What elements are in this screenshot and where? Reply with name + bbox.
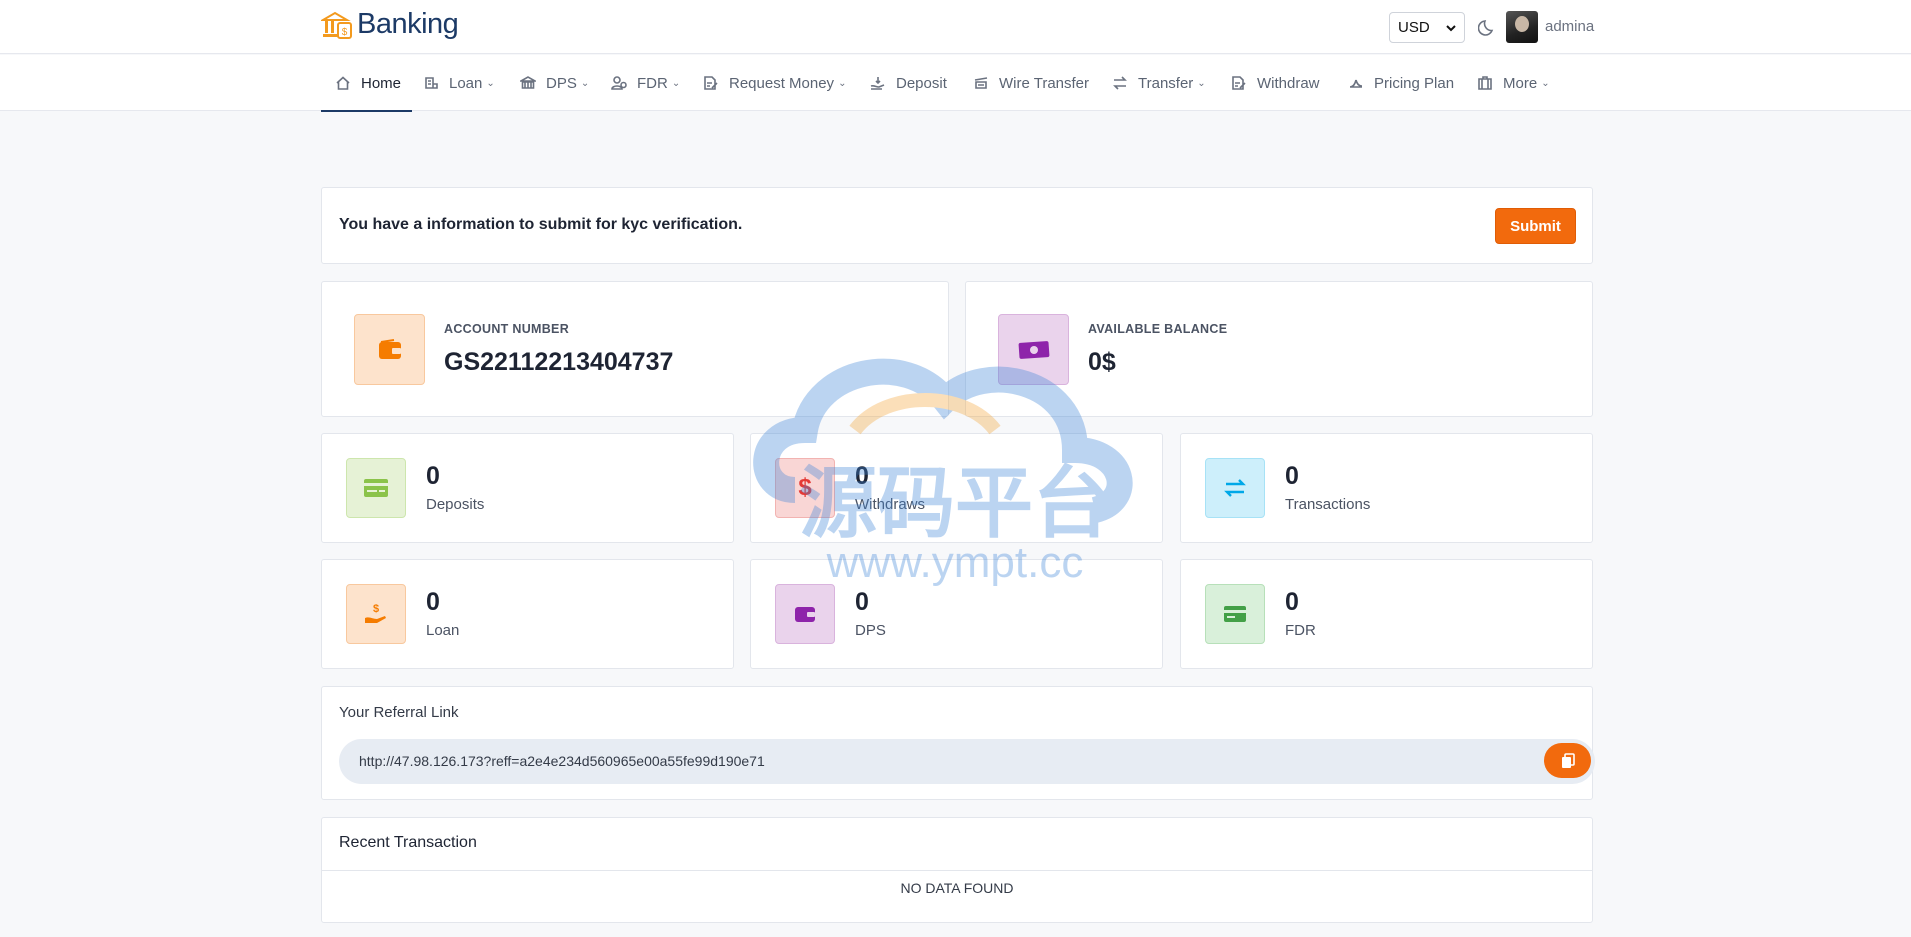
wallet-icon [354, 314, 425, 385]
nav-item-label: Pricing Plan [1374, 74, 1455, 92]
stat-label: Transactions [1285, 496, 1371, 513]
nav-item-dps[interactable]: DPS ⌄ [520, 55, 589, 111]
currency-selected-value: USD [1398, 19, 1430, 36]
copy-button[interactable] [1544, 743, 1591, 778]
stat-label: Deposits [426, 496, 485, 513]
recent-transaction-title: Recent Transaction [339, 834, 477, 851]
dps-icon [520, 76, 536, 89]
deposit-card-icon [346, 458, 406, 518]
nav-item-label: FDR [637, 74, 668, 92]
avatar[interactable] [1506, 11, 1538, 43]
request-money-icon [704, 76, 718, 90]
nav-item-wire-transfer[interactable]: Wire Transfer [973, 55, 1089, 111]
no-data-message: NO DATA FOUND [900, 880, 1014, 896]
account-number-label: ACCOUNT NUMBER [444, 322, 570, 336]
cash-icon [998, 314, 1069, 385]
transfer-icon [1113, 76, 1127, 90]
stat-value: 0 [855, 462, 869, 490]
nav-item-deposit[interactable]: Deposit [870, 55, 947, 111]
nav-item-label: Home [361, 74, 402, 92]
stat-card-deposits: 0 Deposits [321, 433, 734, 543]
nav-item-loan[interactable]: Loan ⌄ [423, 55, 495, 111]
deposit-icon [870, 77, 885, 90]
exchange-arrows-icon [1205, 458, 1265, 518]
chevron-down-icon: ⌄ [486, 77, 495, 89]
account-number-card: ACCOUNT NUMBER GS22112213404737 [321, 281, 949, 417]
withdraw-icon [1232, 76, 1246, 90]
nav-item-label: Deposit [896, 74, 947, 92]
stat-value: 0 [1285, 462, 1299, 490]
submit-button[interactable]: Submit [1495, 208, 1576, 244]
copy-icon [1561, 752, 1575, 768]
nav-item-transfer[interactable]: Transfer ⌄ [1112, 55, 1206, 111]
dark-mode-toggle-icon[interactable] [1478, 17, 1498, 37]
logo-text: Banking [357, 8, 459, 40]
chevron-down-icon [1446, 24, 1456, 31]
nav-item-label: Wire Transfer [999, 74, 1090, 92]
username[interactable]: admina [1545, 18, 1594, 35]
fdr-icon [611, 76, 627, 90]
stat-card-dps: 0 DPS [750, 559, 1163, 669]
loan-icon [425, 77, 438, 89]
main-nav: Home Loan ⌄ DPS ⌄ FDR ⌄ Request Money ⌄ … [0, 55, 1911, 112]
account-number-value: GS22112213404737 [444, 348, 674, 376]
kyc-notice: You have a information to submit for kyc… [321, 187, 1593, 264]
svg-text:$: $ [373, 603, 379, 615]
available-balance-label: AVAILABLE BALANCE [1088, 322, 1228, 336]
referral-title: Your Referral Link [339, 704, 459, 721]
nav-item-pricing-plan[interactable]: Pricing Plan [1348, 55, 1454, 111]
kyc-message: You have a information to submit for kyc… [339, 216, 743, 233]
credit-card-icon [1205, 584, 1265, 644]
svg-text:$: $ [342, 27, 348, 38]
more-icon [1478, 76, 1492, 90]
nav-item-label: Loan [449, 74, 483, 92]
stat-value: 0 [426, 462, 440, 490]
stat-card-fdr: 0 FDR [1180, 559, 1593, 669]
chevron-down-icon: ⌄ [1197, 77, 1206, 89]
currency-select[interactable]: USD [1389, 12, 1465, 43]
chevron-down-icon: ⌄ [671, 77, 681, 89]
chevron-down-icon: ⌄ [838, 77, 847, 89]
divider [322, 870, 1592, 871]
nav-item-label: DPS [546, 74, 577, 92]
stat-card-loan: $ 0 Loan [321, 559, 734, 669]
available-balance-value: 0$ [1088, 348, 1116, 376]
top-header: $ Banking USD admina [0, 0, 1911, 54]
logo[interactable]: $ Banking [321, 8, 459, 41]
referral-card: Your Referral Link http://47.98.126.173?… [321, 686, 1595, 800]
bank-logo-icon: $ [321, 11, 352, 39]
chevron-down-icon: ⌄ [1541, 77, 1550, 89]
stat-label: DPS [855, 622, 886, 639]
pricing-plan-icon [1349, 79, 1363, 88]
stat-card-transactions: 0 Transactions [1180, 433, 1593, 543]
nav-item-more[interactable]: More ⌄ [1477, 55, 1550, 111]
recent-transaction-card: Recent Transaction NO DATA FOUND [321, 817, 1593, 923]
referral-url[interactable]: http://47.98.126.173?reff=a2e4e234d56096… [359, 753, 765, 769]
stat-label: FDR [1285, 622, 1316, 639]
referral-link-field[interactable]: http://47.98.126.173?reff=a2e4e234d56096… [339, 739, 1595, 784]
nav-item-withdraw[interactable]: Withdraw [1231, 55, 1320, 111]
nav-item-label: Withdraw [1257, 74, 1320, 92]
stat-value: 0 [426, 588, 440, 616]
nav-item-home[interactable]: Home [321, 55, 412, 112]
nav-item-label: Request Money [729, 74, 835, 92]
nav-item-label: Transfer [1138, 74, 1194, 92]
stat-value: 0 [855, 588, 869, 616]
hand-money-icon: $ [346, 584, 406, 644]
wallet-icon [775, 584, 835, 644]
stat-label: Loan [426, 622, 460, 639]
stat-value: 0 [1285, 588, 1299, 616]
nav-item-label: More [1503, 74, 1538, 92]
available-balance-card: AVAILABLE BALANCE 0$ [965, 281, 1593, 417]
wire-transfer-icon [974, 77, 988, 89]
nav-item-request-money[interactable]: Request Money ⌄ [703, 55, 846, 111]
chevron-down-icon: ⌄ [580, 77, 590, 89]
home-icon [336, 76, 350, 90]
stat-card-withdraws: $ 0 Withdraws [750, 433, 1163, 543]
nav-item-fdr[interactable]: FDR ⌄ [611, 55, 680, 111]
stat-label: Withdraws [855, 496, 926, 513]
dollar-icon: $ [775, 458, 835, 518]
